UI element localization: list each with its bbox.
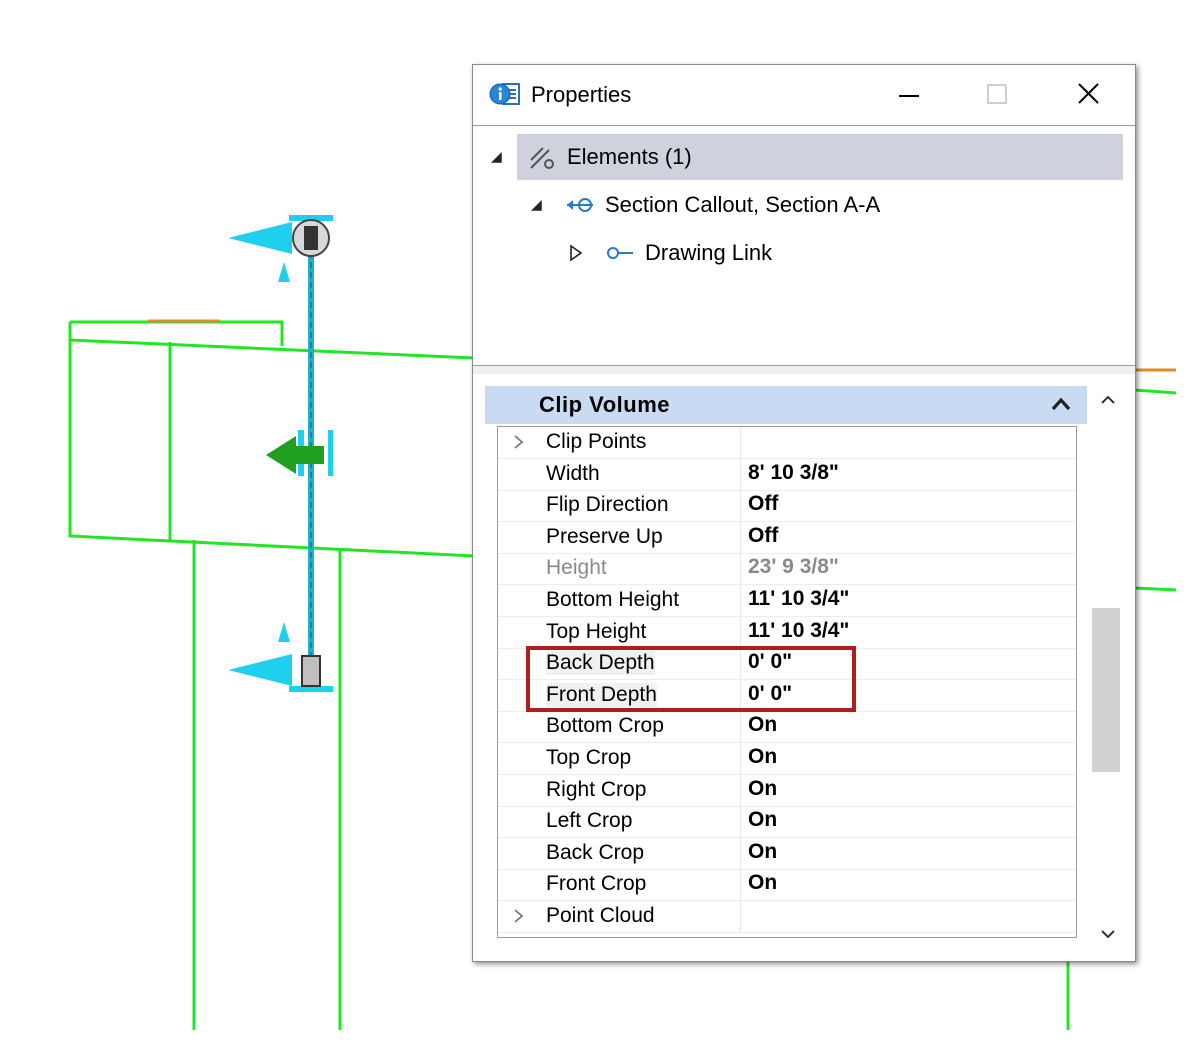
drawing-beam-top [69, 338, 475, 360]
column-divider [740, 837, 741, 869]
property-row[interactable]: Flip Direction Off [498, 490, 1076, 523]
properties-window[interactable]: Properties ◢ Elements (1) ◢ Section Call… [472, 64, 1136, 962]
close-icon[interactable] [1067, 75, 1111, 115]
property-row[interactable]: Bottom Height 11' 10 3/4" [498, 585, 1076, 617]
scrollbar-thumb[interactable] [1092, 608, 1120, 772]
property-row[interactable]: Bottom Crop On [498, 711, 1076, 744]
property-name: Front Crop [546, 872, 647, 896]
property-value: 23' 9 3/8" [748, 555, 839, 579]
property-value[interactable]: 11' 10 3/4" [748, 587, 849, 611]
property-row[interactable]: Top Crop On [498, 743, 1076, 775]
drawing-beam-outline [68, 322, 475, 558]
drawing-right-line [1133, 388, 1177, 395]
tree-expanded-icon[interactable]: ◢ [531, 196, 542, 213]
minimize-icon[interactable] [887, 75, 931, 115]
column-divider [740, 521, 741, 553]
property-value[interactable]: On [748, 713, 777, 737]
tree-expanded-icon[interactable]: ◢ [491, 148, 502, 165]
tree-item-label: Drawing Link [645, 240, 773, 265]
property-name: Bottom Height [546, 588, 680, 611]
property-row[interactable]: Width 8' 10 3/8" [498, 458, 1076, 491]
column-divider [740, 585, 741, 616]
property-name: Back Crop [546, 840, 645, 864]
scroll-down-icon[interactable] [1100, 926, 1116, 942]
drawing-right-line-2 [1133, 586, 1177, 592]
column-divider [740, 806, 741, 838]
property-value[interactable]: On [748, 871, 777, 895]
window-title: Properties [531, 82, 632, 107]
column-divider [740, 711, 741, 743]
property-row[interactable]: Back Crop On [498, 837, 1076, 870]
group-header-clip-volume[interactable]: Clip Volume [485, 386, 1087, 424]
property-name: Flip Direction [546, 493, 669, 517]
property-name: Point Cloud [546, 904, 655, 927]
property-name: Top Crop [546, 746, 632, 769]
property-row[interactable]: Point Cloud [498, 901, 1076, 933]
property-name: Top Height [546, 619, 647, 643]
chevron-right-icon[interactable] [512, 907, 526, 925]
column-divider [740, 427, 741, 458]
property-value[interactable]: Off [748, 524, 778, 548]
properties-info-icon [489, 83, 520, 105]
tree-collapsed-icon[interactable] [569, 244, 583, 262]
property-name: Left Crop [546, 809, 633, 833]
column-divider [740, 616, 741, 648]
section-callout-icon [567, 198, 593, 212]
maximize-icon[interactable] [975, 75, 1019, 115]
tree-item-elements[interactable]: Elements (1) [517, 134, 1123, 180]
property-value[interactable]: 11' 10 3/4" [748, 619, 849, 643]
property-row[interactable]: Height 23' 9 3/8" [498, 553, 1076, 586]
title-bar[interactable]: Properties [473, 65, 1135, 125]
column-divider [740, 743, 741, 774]
property-row[interactable]: Right Crop On [498, 774, 1076, 807]
tree-item-label: Section Callout, Section A-A [605, 192, 881, 217]
property-value[interactable]: On [748, 840, 777, 864]
property-value[interactable]: On [748, 808, 777, 832]
direction-arrow-icon [266, 436, 324, 474]
property-name: Clip Points [546, 430, 647, 453]
property-row[interactable]: Front Crop On [498, 869, 1076, 902]
column-divider [740, 458, 741, 490]
element-tree[interactable]: ◢ Elements (1) ◢ Section Callout, Sectio… [473, 125, 1135, 366]
property-row[interactable]: Clip Points [498, 427, 1076, 459]
tree-item-label: Elements (1) [567, 144, 692, 169]
property-name: Right Crop [546, 777, 647, 801]
property-value[interactable]: On [748, 777, 777, 801]
column-divider [740, 774, 741, 806]
column-divider [740, 869, 741, 901]
property-value[interactable]: 8' 10 3/8" [748, 461, 839, 485]
highlight-box-depth [526, 646, 856, 712]
scroll-up-icon[interactable] [1100, 392, 1116, 408]
group-title: Clip Volume [539, 392, 670, 417]
property-row[interactable]: Top Height 11' 10 3/4" [498, 616, 1076, 649]
property-row[interactable]: Left Crop On [498, 806, 1076, 839]
property-name: Bottom Crop [546, 714, 664, 738]
vertical-scrollbar[interactable] [1090, 386, 1126, 952]
property-value[interactable]: On [748, 745, 777, 769]
property-name: Width [546, 461, 600, 485]
column-divider [740, 490, 741, 522]
property-name: Preserve Up [546, 524, 663, 548]
tree-item-drawing-link[interactable]: Drawing Link [605, 230, 772, 276]
property-name: Height [546, 556, 607, 580]
property-row[interactable]: Preserve Up Off [498, 521, 1076, 554]
property-value[interactable]: Off [748, 492, 778, 516]
elements-icon [530, 147, 554, 169]
drawing-link-icon [607, 247, 633, 259]
section-arrow-bottom-icon [228, 622, 321, 687]
column-divider [740, 553, 741, 585]
chevron-up-icon[interactable] [1049, 393, 1073, 415]
tree-item-section-callout[interactable]: Section Callout, Section A-A [565, 182, 880, 228]
column-divider [740, 901, 741, 932]
chevron-right-icon[interactable] [512, 433, 526, 451]
